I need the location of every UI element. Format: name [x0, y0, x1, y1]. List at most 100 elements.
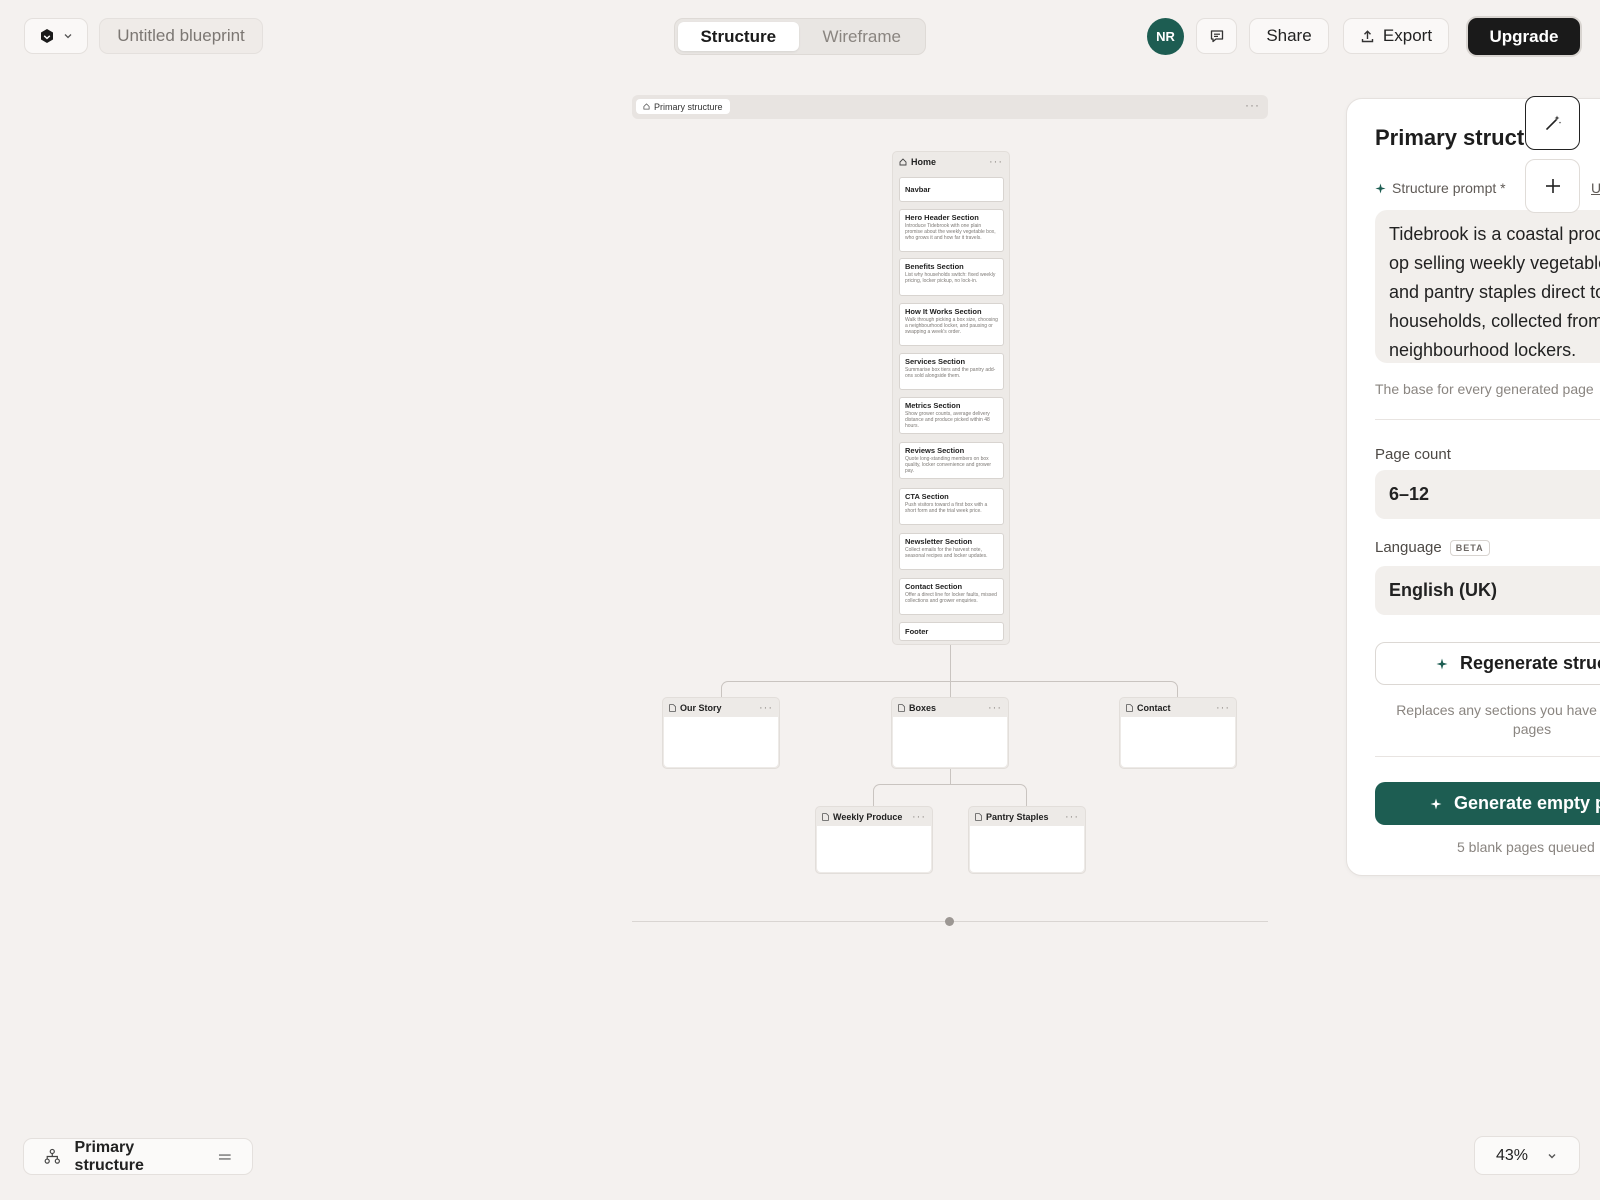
tab-structure[interactable]: Structure	[678, 22, 799, 51]
section-newsletter[interactable]: Newsletter Section Collect emails for th…	[899, 533, 1004, 570]
section-title: Newsletter Section	[905, 537, 973, 546]
menu-icon	[219, 1153, 232, 1160]
page-card-pantry-staples[interactable]: Pantry Staples ···	[968, 806, 1086, 874]
sparkle-icon	[1430, 798, 1442, 809]
structure-frame-header[interactable]: Primary structure ···	[632, 95, 1268, 119]
language-select[interactable]: English (UK)	[1375, 566, 1600, 615]
page-card-header: Home ···	[893, 152, 1009, 171]
page-card-title: Weekly Produce	[833, 811, 903, 822]
prompt-line: neighbourhood lockers.	[1389, 340, 1577, 360]
page-card-contact[interactable]: Contact ···	[1119, 697, 1237, 769]
generate-empty-pages-button[interactable]: Generate empty pages	[1375, 782, 1600, 825]
more-icon[interactable]: ···	[1216, 702, 1230, 714]
tree-connector	[873, 784, 1027, 806]
prompt-line: op selling weekly vegetable boxes	[1389, 253, 1600, 273]
section-reviews[interactable]: Reviews Section Quote long-standing memb…	[899, 442, 1004, 479]
structure-prompt-input[interactable]: Tidebrook is a coastal produce co- op se…	[1375, 210, 1600, 363]
workspace-menu-button[interactable]	[24, 18, 88, 54]
section-title: Navbar	[905, 185, 931, 194]
language-label: Language BETA	[1375, 539, 1490, 556]
page-icon	[669, 703, 676, 712]
page-count-value: 6–12	[1389, 484, 1430, 504]
prompt-line: households, collected from	[1389, 311, 1600, 331]
project-title[interactable]: Untitled blueprint	[99, 18, 263, 54]
share-button[interactable]: Share	[1249, 18, 1329, 54]
page-icon	[975, 812, 982, 821]
page-card-header: Contact ···	[1120, 698, 1236, 717]
page-icon	[898, 703, 905, 712]
section-description: Quote long-standing members on box quali…	[905, 456, 992, 475]
comment-icon	[1210, 30, 1223, 43]
page-count-field[interactable]: 6–12	[1375, 470, 1600, 519]
more-icon[interactable]: ···	[1065, 811, 1079, 823]
prompt-label: Structure prompt *	[1375, 180, 1506, 196]
page-card-title: Pantry Staples	[986, 811, 1049, 822]
section-description: Push visitors toward a first box with a …	[905, 502, 988, 515]
more-icon[interactable]: ···	[759, 702, 773, 714]
section-title: Contact Section	[905, 582, 963, 591]
section-title: Reviews Section	[905, 446, 965, 455]
section-cta[interactable]: CTA Section Push visitors toward a first…	[899, 488, 1004, 525]
section-contact[interactable]: Contact Section Offer a direct line for …	[899, 578, 1004, 615]
section-title: Services Section	[905, 357, 966, 366]
frame-label-chip: Primary structure	[636, 99, 730, 114]
section-metrics[interactable]: Metrics Section Show grower counts, aver…	[899, 397, 1004, 434]
page-card-body	[970, 826, 1084, 872]
section-benefits[interactable]: Benefits Section List why households swi…	[899, 258, 1004, 296]
prompt-line: Tidebrook is a coastal produce co-	[1389, 224, 1600, 244]
section-footer[interactable]: Footer	[899, 622, 1004, 641]
zoom-control[interactable]: 43%	[1474, 1136, 1580, 1175]
section-title: How It Works Section	[905, 307, 982, 316]
more-icon[interactable]: ···	[912, 811, 926, 823]
section-title: Footer	[905, 627, 929, 636]
frame-resize-handle[interactable]	[945, 917, 954, 926]
tree-connector	[950, 769, 951, 784]
logo-icon	[41, 29, 53, 43]
page-card-body	[664, 717, 778, 767]
export-button[interactable]: Export	[1343, 18, 1449, 54]
section-description: Show grower counts, average delivery dis…	[905, 411, 990, 430]
tab-wireframe[interactable]: Wireframe	[802, 22, 923, 51]
structure-selector[interactable]: Primary structure	[23, 1138, 253, 1175]
page-card-boxes[interactable]: Boxes ···	[891, 697, 1009, 769]
page-card-body	[893, 717, 1007, 767]
section-services[interactable]: Services Section Summarise box tiers and…	[899, 353, 1004, 390]
more-icon[interactable]: ···	[988, 702, 1002, 714]
page-card-our-story[interactable]: Our Story ···	[662, 697, 780, 769]
tree-connector	[950, 681, 951, 697]
more-icon[interactable]: ···	[989, 156, 1003, 168]
magic-wand-button[interactable]	[1525, 96, 1580, 150]
plus-icon	[1545, 179, 1560, 193]
comments-button[interactable]	[1196, 18, 1237, 54]
prompt-action-link[interactable]: U	[1591, 180, 1600, 196]
prompt-line: and pantry staples direct to	[1389, 282, 1600, 302]
section-how-it-works[interactable]: How It Works Section Walk through pickin…	[899, 303, 1004, 346]
section-hero-header[interactable]: Hero Header Section Introduce Tidebrook …	[899, 209, 1004, 252]
queued-note: 5 blank pages queued	[1457, 839, 1595, 855]
home-icon	[643, 103, 650, 110]
page-card-header: Our Story ···	[663, 698, 779, 717]
page-card-home[interactable]: Home ··· Navbar Hero Header Section Intr…	[892, 151, 1010, 645]
regenerate-structure-button[interactable]: Regenerate structure	[1375, 642, 1600, 685]
chevron-down-icon	[64, 34, 72, 39]
add-button[interactable]	[1525, 159, 1580, 213]
more-icon[interactable]: ···	[1245, 98, 1260, 112]
page-icon	[822, 812, 829, 821]
avatar[interactable]: NR	[1147, 18, 1184, 55]
chevron-down-icon	[1548, 1153, 1556, 1158]
export-label: Export	[1382, 26, 1433, 45]
section-description: Offer a direct line for locker faults, m…	[905, 592, 997, 605]
section-title: CTA Section	[905, 492, 949, 501]
upgrade-button[interactable]: Upgrade	[1468, 18, 1580, 55]
page-card-title: Boxes	[909, 702, 937, 713]
structure-selector-label: Primary structure	[74, 1138, 144, 1174]
divider	[1375, 756, 1600, 757]
sitemap-icon	[44, 1148, 60, 1164]
regenerate-note: Replaces any sections you have on existi…	[1396, 702, 1600, 737]
page-card-weekly-produce[interactable]: Weekly Produce ···	[815, 806, 933, 874]
section-description: Introduce Tidebrook with one plain promi…	[905, 223, 996, 242]
section-description: Collect emails for the harvest note, sea…	[905, 547, 988, 560]
page-card-title: Our Story	[680, 702, 722, 713]
section-navbar[interactable]: Navbar	[899, 177, 1004, 202]
zoom-value: 43%	[1495, 1146, 1529, 1164]
